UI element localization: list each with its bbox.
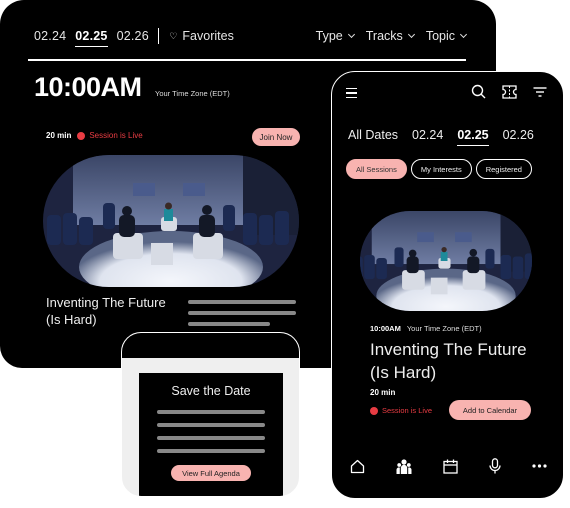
- ticket-icon[interactable]: [502, 84, 517, 99]
- live-status: Session is Live: [382, 406, 433, 415]
- filter-type-label: Type: [315, 29, 343, 43]
- session-duration: 20 min: [370, 388, 396, 397]
- filter-topic-label: Topic: [425, 29, 455, 43]
- calendar-icon[interactable]: [443, 459, 458, 474]
- bottom-tab-bar: [350, 458, 547, 474]
- view-full-agenda-button[interactable]: View Full Agenda: [171, 465, 251, 481]
- heart-icon: ♡: [169, 30, 178, 41]
- text-line: [188, 311, 296, 315]
- session-title[interactable]: Inventing The Future (Is Hard): [46, 294, 176, 328]
- session-filter-chips: All Sessions My Interests Registered: [346, 159, 532, 179]
- nav-divider: [157, 28, 160, 44]
- session-time: 10:00AM: [34, 72, 142, 102]
- tab-date-0224[interactable]: 02.24: [34, 29, 66, 43]
- chevron-down-icon: [459, 30, 468, 39]
- live-status-row: Session is Live: [370, 406, 432, 415]
- text-line: [157, 449, 265, 453]
- timezone-label: Your Time Zone (EDT): [155, 89, 230, 98]
- filter-group: Type Tracks Topic: [315, 29, 468, 43]
- email-title: Save the Date: [171, 384, 251, 398]
- email-preview-frame: Save the Date View Full Agenda: [121, 332, 300, 497]
- tab-date-0226[interactable]: 02.26: [503, 128, 534, 142]
- header-icons: [471, 84, 547, 99]
- filter-topic-dropdown[interactable]: Topic: [425, 29, 468, 43]
- more-icon[interactable]: [532, 464, 547, 468]
- email-body: Save the Date View Full Agenda: [139, 373, 283, 496]
- home-icon[interactable]: [350, 459, 365, 474]
- filter-icon[interactable]: [533, 86, 547, 98]
- session-meta: 20 min Session is Live: [46, 131, 143, 140]
- tab-date-0224[interactable]: 02.24: [412, 128, 443, 142]
- favorites-label: Favorites: [182, 29, 234, 43]
- chip-my-interests[interactable]: My Interests: [410, 159, 472, 179]
- filter-tracks-dropdown[interactable]: Tracks: [365, 29, 415, 43]
- text-line: [157, 436, 265, 440]
- chip-all-sessions[interactable]: All Sessions: [346, 159, 407, 179]
- text-line: [188, 300, 296, 304]
- text-line: [157, 410, 265, 414]
- session-title[interactable]: Inventing The Future (Is Hard): [370, 338, 540, 384]
- tab-all-dates[interactable]: All Dates: [348, 128, 398, 142]
- filter-type-dropdown[interactable]: Type: [315, 29, 355, 43]
- phone-frame: All Dates 02.24 02.25 02.26 All Sessions…: [331, 71, 564, 499]
- header-divider: [28, 59, 466, 61]
- description-placeholder: [188, 300, 296, 333]
- live-status: Session is Live: [89, 131, 143, 140]
- tab-date-0225[interactable]: 02.25: [75, 29, 108, 47]
- chevron-down-icon: [347, 30, 355, 39]
- add-to-calendar-button[interactable]: Add to Calendar: [449, 400, 531, 420]
- text-line: [157, 423, 265, 427]
- panel-photo: [43, 155, 299, 287]
- people-icon[interactable]: [396, 458, 412, 474]
- favorites-link[interactable]: ♡ Favorites: [169, 29, 233, 43]
- menu-icon[interactable]: [346, 88, 357, 101]
- live-dot-icon: [77, 131, 86, 140]
- microphone-icon[interactable]: [489, 458, 501, 474]
- email-header-bar: [122, 333, 299, 358]
- tablet-nav: 02.24 02.25 02.26 ♡ Favorites Type Track…: [34, 27, 468, 47]
- session-image[interactable]: [360, 211, 532, 311]
- text-line: [188, 322, 270, 326]
- session-image[interactable]: [43, 155, 299, 287]
- join-now-button[interactable]: Join Now: [252, 128, 300, 146]
- session-duration: 20 min: [46, 131, 72, 140]
- timezone-label: Your Time Zone (EDT): [406, 324, 482, 333]
- panel-photo: [360, 211, 532, 311]
- session-time: 10:00AM: [370, 324, 401, 333]
- session-time-row: 10:00AM Your Time Zone (EDT): [370, 324, 482, 333]
- search-icon[interactable]: [471, 84, 486, 99]
- phone-date-tabs: All Dates 02.24 02.25 02.26: [348, 128, 534, 146]
- live-dot-icon: [370, 406, 378, 415]
- tab-date-0225[interactable]: 02.25: [457, 128, 489, 146]
- chevron-down-icon: [407, 30, 415, 39]
- tab-date-0226[interactable]: 02.26: [117, 29, 149, 43]
- email-text-placeholder: [157, 410, 265, 462]
- filter-tracks-label: Tracks: [365, 29, 403, 43]
- chip-registered[interactable]: Registered: [475, 159, 532, 179]
